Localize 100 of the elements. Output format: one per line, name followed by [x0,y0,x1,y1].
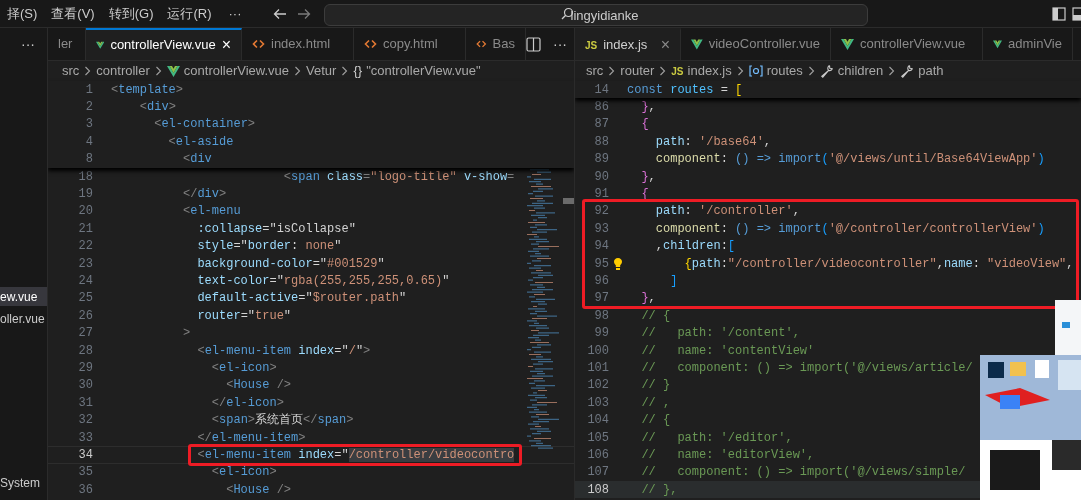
js-file-icon: JS [671,63,684,79]
line-number: 92 [593,203,609,221]
line-number: 23 [77,255,93,273]
code-line: </el-icon> [210,394,284,412]
code-line: const routes = [ [627,81,743,99]
line-number: 105 [586,429,609,447]
file-item[interactable]: System [0,473,47,492]
code-line: // , [640,394,671,412]
breadcrumb-item[interactable]: Vetur [306,61,337,81]
breadcrumb-item[interactable]: src [62,61,80,81]
code-line: </div> [182,186,227,204]
line-number: 4 [84,133,93,151]
editor-tab[interactable]: controllerView.vue × [86,28,242,60]
code-line: <el-icon> [210,359,277,377]
breadcrumb-item[interactable]: controller [96,61,150,81]
wrench-icon [819,64,834,78]
scrollbar-thumb[interactable] [563,198,574,204]
code-line: // component: () => import('@/views/simple/ [640,464,966,482]
breadcrumb-item[interactable]: routes [766,61,803,81]
close-button[interactable]: × [221,33,231,57]
breadcrumb-item[interactable]: src [586,61,604,81]
code-line: // path: '/content', [640,325,800,343]
line-number: 104 [586,412,609,430]
code-line: // path: '/editor', [640,429,793,447]
line-number: 22 [77,238,93,256]
code-line: <el-menu-item index="/"> [196,342,371,360]
code-line: }, [640,290,656,308]
code-line: :collapse="isCollapse" [196,220,356,238]
breadcrumb-item[interactable]: router [620,61,655,81]
line-number: 98 [593,307,609,325]
line-number: 8 [84,151,93,169]
braces-icon: {} [353,61,363,81]
menu-item[interactable]: 查看(V) [44,3,102,24]
line-number: 88 [593,133,609,151]
breadcrumb-item[interactable]: path [918,61,944,81]
chevron-icon [659,66,667,76]
code-line: path: '/controller', [654,203,800,221]
file-item[interactable]: ew.vue [0,287,47,306]
search-field[interactable]: lingyidianke [323,4,868,26]
vue-icon [993,38,1003,50]
line-number: 33 [77,429,93,447]
code-line: component: () => import('@/views/until/Base64ViewApp') [654,151,1045,169]
code-line: <House /> [225,377,292,395]
line-number: 96 [593,273,609,290]
code-line: ,children:[ [654,238,736,256]
line-number: 87 [593,116,609,134]
line-number: 90 [593,168,609,186]
code-line: // } [640,377,671,395]
sidebar-toggle-icon[interactable] [1052,6,1066,21]
chevron-icon [608,66,616,76]
split-editor-icon[interactable] [526,36,541,52]
editor-tab[interactable]: JS index.js × [575,28,681,60]
chevron-icon [294,66,302,76]
code-brackets-icon [252,38,265,50]
more-actions-button[interactable]: ··· [553,33,567,55]
code-brackets-icon [476,38,487,50]
more-menu-button[interactable]: ··· [218,3,252,24]
line-number: 95 [593,255,609,273]
breadcrumb-item[interactable]: children [837,61,884,81]
line-number: 25 [77,290,93,308]
code-line: // }, [640,481,678,499]
line-number: 97 [593,290,609,308]
line-number: 35 [77,464,93,482]
variable-icon [748,65,763,77]
code-line: text-color="rgba(255,255,255,0.65)" [196,273,450,290]
code-line: <el-menu-item index="/controller/videocontro [196,446,515,464]
line-number: 14 [593,81,609,99]
tab-label: controllerView.vue [110,36,216,55]
line-number: 107 [586,464,609,482]
code-line: </el-menu-item> [196,429,306,447]
line-number: 108 [586,481,609,499]
code-line: {path:"/controller/videocontroller",name: "videoView", [683,255,1074,273]
more-actions-button[interactable]: ··· [0,28,47,61]
menu-item[interactable]: 转到(G) [101,3,161,24]
breadcrumb-item[interactable]: index.js [687,61,732,81]
line-number: 28 [77,342,93,360]
file-item[interactable]: oller.vue [0,309,47,328]
line-number: 2 [84,99,93,117]
line-number: 99 [593,325,609,343]
breadcrumb-item[interactable]: "controllerView.vue" [366,61,481,81]
close-button[interactable]: × [660,33,670,57]
code-line: <el-icon> [210,464,277,482]
code-line: // component: () => import('@/views/article/ [640,359,973,377]
chevron-icon [807,66,815,76]
menu-item[interactable]: 择(S) [0,3,45,24]
lightbulb-icon[interactable] [613,256,623,271]
menu-item[interactable]: 运行(R) [160,3,219,24]
line-number: 3 [84,116,93,134]
tab-label: controllerView.vue [860,35,966,54]
breadcrumb-item[interactable]: controllerView.vue [183,61,290,81]
code-line: <span class="logo-title" v-show= [282,168,515,186]
panel-toggle-icon[interactable] [1072,6,1081,21]
code-line: <el-menu [182,203,241,221]
tab-label: adminVie [1008,35,1062,54]
tab-label: ler [58,35,73,54]
line-number: 102 [586,377,609,395]
tab-label: Bas [492,35,515,54]
line-number: 1 [84,81,93,99]
js-file-icon: JS [585,37,598,53]
vue-icon [691,38,703,50]
